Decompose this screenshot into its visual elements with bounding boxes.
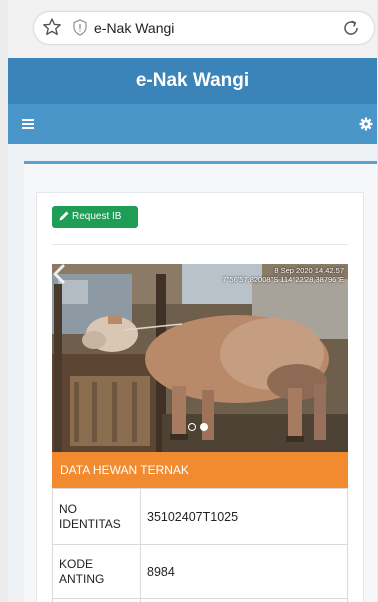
row-label: KODE ANTING <box>52 544 141 599</box>
livestock-photo-carousel[interactable]: 8 Sep 2020 14.42.57 7°56'57,82008"S 114°… <box>52 264 348 452</box>
page-content: Request IB 8 Sep 2020 14.42.57 7°56'57,8… <box>8 144 377 602</box>
divider <box>52 244 348 245</box>
gear-icon[interactable] <box>359 117 373 131</box>
screenshot-frame: e-Nak Wangi e-Nak Wangi Request IB 8 Sep… <box>0 0 378 602</box>
livestock-card: Request IB 8 Sep 2020 14.42.57 7°56'57,8… <box>36 192 364 602</box>
request-ib-button[interactable]: Request IB <box>52 206 138 228</box>
address-bar[interactable]: e-Nak Wangi <box>34 12 374 44</box>
request-ib-label: Request IB <box>72 211 122 222</box>
photo-timestamp: 8 Sep 2020 14.42.57 7°56'57,82008"S 114°… <box>222 266 344 284</box>
carousel-dot-active[interactable] <box>200 423 208 431</box>
livestock-data-table: NO IDENTITAS 35102407T1025 KODE ANTING 8… <box>52 488 348 602</box>
table-row: KODE ANTING 8984 <box>52 544 348 599</box>
app-title: e-Nak Wangi <box>135 70 250 91</box>
reload-icon[interactable] <box>340 17 362 39</box>
chevron-left-icon[interactable] <box>52 264 66 284</box>
star-icon[interactable] <box>42 17 62 37</box>
carousel-indicators <box>188 421 218 433</box>
hamburger-icon[interactable] <box>22 119 34 129</box>
app-header: e-Nak Wangi <box>8 58 377 104</box>
table-row <box>52 598 348 602</box>
shield-icon <box>73 19 87 36</box>
phone-screen: e-Nak Wangi e-Nak Wangi Request IB 8 Sep… <box>8 0 377 602</box>
row-label: NO IDENTITAS <box>52 488 141 545</box>
row-label <box>52 598 141 602</box>
row-value <box>140 598 348 602</box>
table-row: NO IDENTITAS 35102407T1025 <box>52 488 348 545</box>
url-text[interactable]: e-Nak Wangi <box>94 20 174 36</box>
content-panel: Request IB 8 Sep 2020 14.42.57 7°56'57,8… <box>24 164 377 602</box>
row-value: 35102407T1025 <box>140 488 348 545</box>
row-value: 8984 <box>140 544 348 599</box>
section-title: DATA HEWAN TERNAK <box>52 452 348 488</box>
carousel-dot[interactable] <box>188 423 196 431</box>
nav-bar <box>8 104 377 144</box>
browser-bar: e-Nak Wangi <box>8 0 377 58</box>
pencil-icon <box>59 211 69 221</box>
